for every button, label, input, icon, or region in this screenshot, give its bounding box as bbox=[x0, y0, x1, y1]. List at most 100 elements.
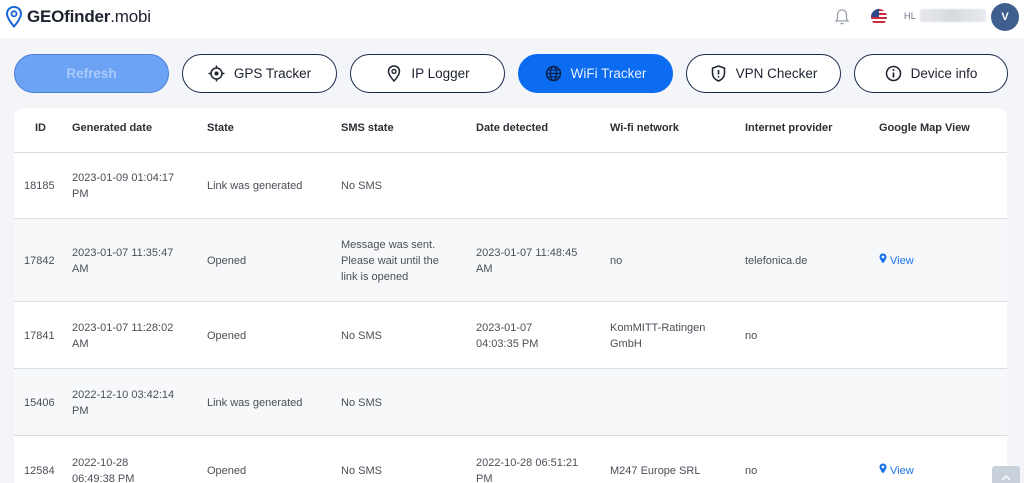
cell-sms-state-line: link is opened bbox=[341, 271, 409, 283]
cell-date-detected: 2023-01-07 11:48:45 AM bbox=[476, 245, 577, 277]
shield-icon bbox=[710, 65, 727, 82]
cell-wifi-network: M247 Europe SRL bbox=[610, 463, 701, 479]
cell-generated-date-line: AM bbox=[72, 263, 89, 275]
cell-generated-date: 2023-01-07 11:28:02 AM bbox=[72, 320, 173, 352]
cell-date-detected-line: PM bbox=[476, 473, 493, 483]
table-row[interactable]: 17842 2023-01-07 11:35:47 AM Opened Message … bbox=[14, 219, 1007, 302]
column-header-state[interactable]: State bbox=[207, 122, 234, 134]
cell-wifi-network-line: no bbox=[610, 255, 623, 267]
cell-generated-date-line: PM bbox=[72, 405, 89, 417]
gps-tracker-button[interactable]: GPS Tracker bbox=[182, 54, 337, 93]
cell-generated-date-line: 2023-01-07 11:35:47 bbox=[72, 247, 174, 259]
cell-state: Link was generated bbox=[207, 397, 303, 409]
wifi-tracker-button[interactable]: WiFi Tracker bbox=[518, 54, 673, 93]
cell-id: 17842 bbox=[24, 255, 55, 267]
cell-sms-state-line: Message was sent. bbox=[341, 239, 436, 251]
cell-id: 15406 bbox=[24, 397, 55, 409]
column-header-google-map-view[interactable]: Google Map View bbox=[879, 122, 970, 134]
location-pin-icon bbox=[6, 6, 22, 28]
globe-icon bbox=[545, 65, 562, 82]
table-header: ID Generated date State SMS state Date d… bbox=[14, 108, 1007, 153]
cell-sms-state-line: No SMS bbox=[341, 397, 382, 409]
crosshair-icon bbox=[208, 65, 225, 82]
cell-state: Opened bbox=[207, 465, 247, 477]
arrow-up-icon bbox=[1001, 469, 1011, 483]
cell-wifi-network-line: KomMITT-Ratingen bbox=[610, 322, 706, 334]
table-row[interactable]: 18185 2023-01-09 01:04:17 PM Link was gener… bbox=[14, 153, 1007, 219]
column-header-sms-state[interactable]: SMS state bbox=[341, 122, 394, 134]
cell-sms-state: Message was sent. Please wait until the li… bbox=[341, 237, 439, 285]
map-view-link[interactable]: View bbox=[879, 253, 914, 269]
top-bar: GEOfinder.mobi HL V bbox=[0, 0, 1024, 38]
map-view-label: View bbox=[890, 465, 914, 477]
table-row[interactable]: 17841 2023-01-07 11:28:02 AM Opened No SMS 20… bbox=[14, 302, 1007, 369]
cell-date-detected-line: AM bbox=[476, 263, 493, 275]
tracker-toolbar: Refresh GPS Tracker IP Logger WiFi Track… bbox=[0, 54, 1024, 94]
table-row[interactable]: 12584 2022-10-28 06:49:38 PM Opened No SMS 20… bbox=[14, 436, 1007, 483]
info-icon bbox=[885, 65, 902, 82]
cell-state: Opened bbox=[207, 330, 247, 342]
cell-wifi-network-line: M247 Europe SRL bbox=[610, 465, 701, 477]
cell-date-detected: 2022-10-28 06:51:21 PM bbox=[476, 455, 578, 483]
cell-id: 18185 bbox=[24, 180, 55, 192]
user-initials: HL bbox=[904, 11, 917, 21]
cell-date-detected-line: 2023-01-07 11:48:45 bbox=[476, 247, 578, 259]
avatar[interactable]: V bbox=[991, 3, 1019, 31]
vpn-checker-button[interactable]: VPN Checker bbox=[686, 54, 841, 93]
cell-generated-date-line: 06:49:38 PM bbox=[72, 473, 135, 483]
cell-wifi-network-line: GmbH bbox=[610, 338, 642, 350]
cell-generated-date-line: 2022-10-28 bbox=[72, 457, 129, 469]
cell-sms-state: No SMS bbox=[341, 178, 382, 194]
cell-sms-state-line: No SMS bbox=[341, 180, 382, 192]
cell-generated-date-line: PM bbox=[72, 188, 89, 200]
cell-generated-date: 2023-01-07 11:35:47 AM bbox=[72, 245, 173, 277]
cell-sms-state: No SMS bbox=[341, 328, 382, 344]
cell-generated-date: 2022-10-28 06:49:38 PM bbox=[72, 455, 134, 483]
map-view-label: View bbox=[890, 255, 914, 267]
map-pin-icon bbox=[879, 253, 887, 269]
bell-icon[interactable] bbox=[834, 8, 850, 26]
wifi-tracker-table: ID Generated date State SMS state Date d… bbox=[14, 108, 1007, 483]
scroll-to-top-button[interactable] bbox=[992, 466, 1020, 483]
cell-generated-date-line: AM bbox=[72, 338, 89, 350]
cell-sms-state-line: No SMS bbox=[341, 330, 382, 342]
cell-internet-provider: telefonica.de bbox=[745, 255, 808, 267]
cell-id: 17841 bbox=[24, 330, 55, 342]
ip-logger-button[interactable]: IP Logger bbox=[350, 54, 505, 93]
cell-internet-provider: no bbox=[745, 330, 758, 342]
cell-generated-date-line: 2023-01-09 01:04:17 bbox=[72, 172, 175, 184]
refresh-button[interactable]: Refresh bbox=[14, 54, 169, 93]
user-name-redacted bbox=[920, 9, 986, 22]
cell-state: Link was generated bbox=[207, 180, 303, 192]
cell-internet-provider: no bbox=[745, 465, 758, 477]
map-view-link[interactable]: View bbox=[879, 463, 914, 479]
cell-sms-state: No SMS bbox=[341, 463, 382, 479]
cell-date-detected-line: 04:03:35 PM bbox=[476, 338, 539, 350]
cell-generated-date: 2023-01-09 01:04:17 PM bbox=[72, 170, 174, 202]
column-header-wifi-network[interactable]: Wi-fi network bbox=[610, 122, 679, 134]
cell-sms-state-line: Please wait until the bbox=[341, 255, 439, 267]
cell-generated-date-line: 2022-12-10 03:42:14 bbox=[72, 389, 175, 401]
device-info-button[interactable]: Device info bbox=[854, 54, 1008, 93]
cell-generated-date-line: 2023-01-07 11:28:02 bbox=[72, 322, 174, 334]
logo[interactable]: GEOfinder.mobi bbox=[6, 6, 151, 28]
cell-sms-state-line: No SMS bbox=[341, 465, 382, 477]
column-header-generated-date[interactable]: Generated date bbox=[72, 122, 152, 134]
cell-id: 12584 bbox=[24, 465, 55, 477]
column-header-date-detected[interactable]: Date detected bbox=[476, 122, 548, 134]
location-pin-icon bbox=[385, 65, 402, 82]
cell-generated-date: 2022-12-10 03:42:14 PM bbox=[72, 387, 174, 419]
cell-state: Opened bbox=[207, 255, 247, 267]
column-header-internet-provider[interactable]: Internet provider bbox=[745, 122, 832, 134]
column-header-id[interactable]: ID bbox=[35, 122, 46, 134]
table-row[interactable]: 15406 2022-12-10 03:42:14 PM Link was gener… bbox=[14, 369, 1007, 436]
cell-sms-state: No SMS bbox=[341, 395, 382, 411]
map-pin-icon bbox=[879, 463, 887, 479]
cell-wifi-network: KomMITT-Ratingen GmbH bbox=[610, 320, 705, 352]
us-flag-icon[interactable] bbox=[871, 9, 887, 25]
cell-date-detected: 2023-01-07 04:03:35 PM bbox=[476, 320, 538, 352]
cell-date-detected-line: 2022-10-28 06:51:21 bbox=[476, 457, 579, 469]
cell-date-detected-line: 2023-01-07 bbox=[476, 322, 533, 334]
brand-name: GEOfinder.mobi bbox=[27, 7, 151, 26]
cell-wifi-network: no bbox=[610, 253, 622, 269]
